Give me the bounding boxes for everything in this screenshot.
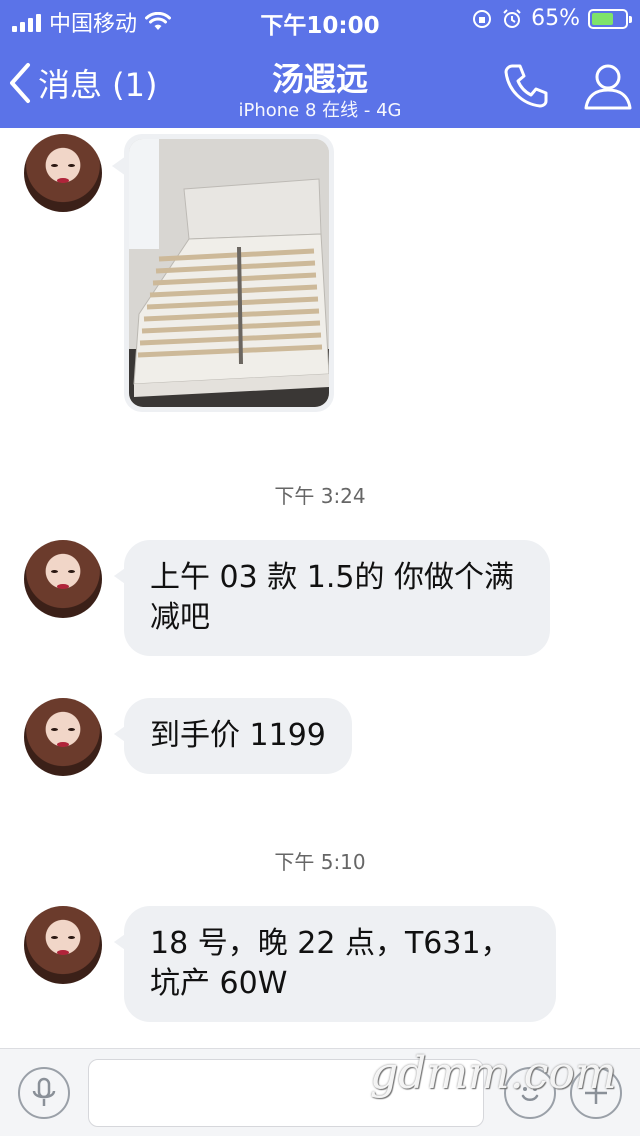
emoji-button[interactable] — [504, 1067, 556, 1119]
status-right: 65% — [471, 6, 632, 31]
alarm-icon — [503, 8, 521, 28]
text-message[interactable]: 到手价 1199 — [114, 698, 352, 774]
timestamp: 下午 3:24 — [274, 484, 366, 508]
input-bar — [0, 1048, 640, 1136]
image-message[interactable] — [124, 134, 334, 412]
bed-photo[interactable] — [129, 139, 329, 407]
avatar[interactable] — [24, 906, 102, 984]
phone-icon[interactable] — [500, 60, 552, 112]
avatar[interactable] — [24, 134, 102, 212]
avatar[interactable] — [24, 698, 102, 776]
text-message[interactable]: 上午 03 款 1.5的 你做个满减吧 — [114, 540, 550, 656]
profile-icon[interactable] — [582, 60, 634, 112]
microphone-icon — [32, 1077, 56, 1106]
more-button[interactable] — [570, 1067, 622, 1119]
text-message[interactable]: 18 号，晚 22 点，T631，坑产 60W — [114, 906, 556, 1022]
voice-button[interactable] — [18, 1067, 70, 1119]
message-text: 到手价 1199 — [150, 718, 326, 753]
timestamp: 下午 5:10 — [274, 850, 366, 874]
header: 中国移动 下午10:00 65% 消息 (1) 汤遐远 iPhone 8 在线 … — [0, 0, 640, 128]
message-input[interactable] — [88, 1059, 484, 1127]
plus-icon — [585, 1082, 607, 1104]
message-text: 上午 03 款 1.5的 你做个满减吧 — [150, 560, 515, 635]
emoji-icon — [521, 1087, 539, 1101]
status-bar: 中国移动 下午10:00 65% — [0, 0, 640, 40]
message-text: 18 号，晚 22 点，T631，坑产 60W — [150, 926, 511, 1001]
battery-percent: 65% — [531, 6, 580, 31]
orientation-lock-icon — [473, 9, 492, 28]
chat-area[interactable]: 下午 3:24 上午 03 款 1.5的 你做个满减吧 到手价 1199 下午 … — [0, 128, 640, 1048]
battery-icon — [588, 8, 632, 29]
avatar[interactable] — [24, 540, 102, 618]
